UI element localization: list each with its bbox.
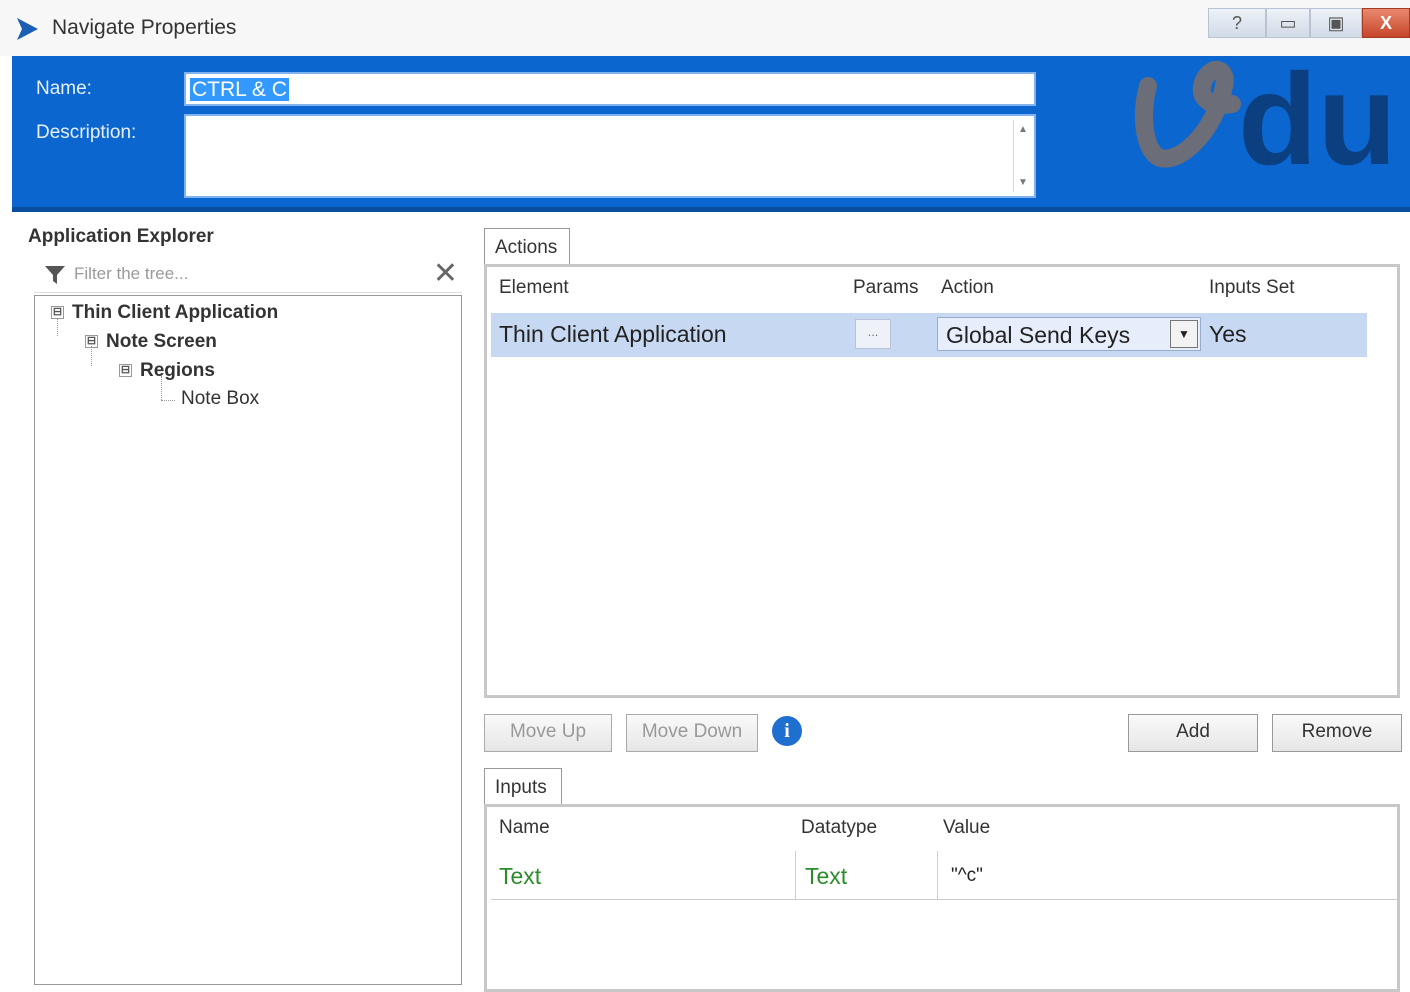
window-title: Navigate Properties (52, 16, 237, 39)
name-value: CTRL & C (190, 78, 289, 101)
cell-input-value[interactable]: "^c" (951, 865, 983, 887)
info-icon[interactable]: i (772, 716, 802, 746)
collapse-icon[interactable]: ⊟ (85, 335, 98, 349)
properties-header: Name: CTRL & C Description: ▲ ▼ du (12, 46, 1410, 212)
inputs-grid: Name Datatype Value Text Text "^c" (484, 804, 1400, 992)
logo-text: du (1238, 46, 1397, 186)
column-header-inputs-set[interactable]: Inputs Set (1209, 277, 1295, 299)
cell-input-name: Text (499, 863, 542, 889)
tree-node-note-box[interactable]: Note Box (181, 388, 259, 410)
filter-input[interactable]: Filter the tree... (74, 264, 188, 284)
tree-node-label: Note Screen (106, 331, 217, 352)
collapse-icon[interactable]: ⊟ (51, 306, 64, 320)
column-header-params[interactable]: Params (853, 277, 918, 299)
chevron-down-icon[interactable]: ▼ (1170, 320, 1198, 348)
name-input[interactable]: CTRL & C (184, 72, 1036, 106)
minimize-button[interactable]: ▭ (1266, 8, 1310, 38)
action-dropdown-value: Global Send Keys (946, 322, 1131, 348)
tree-filter[interactable]: Filter the tree... ✕ (34, 256, 462, 293)
actions-grid: Element Params Action Inputs Set Thin Cl… (484, 264, 1400, 698)
tree-line (161, 400, 175, 401)
column-header-datatype[interactable]: Datatype (801, 817, 877, 839)
name-label: Name: (36, 78, 92, 99)
column-header-action[interactable]: Action (941, 277, 994, 299)
application-tree[interactable]: ⊟ Thin Client Application ⊟ Note Screen ⊟ R… (34, 295, 462, 985)
cell-element: Thin Client Application (499, 321, 727, 347)
move-down-button[interactable]: Move Down (626, 714, 758, 752)
column-header-element[interactable]: Element (499, 277, 569, 299)
remove-button[interactable]: Remove (1272, 714, 1402, 752)
tab-actions[interactable]: Actions (484, 228, 570, 266)
add-button[interactable]: Add (1128, 714, 1258, 752)
filter-icon (45, 266, 65, 284)
tree-node-label: Regions (140, 360, 215, 381)
move-up-button[interactable]: Move Up (484, 714, 612, 752)
column-divider (937, 851, 938, 899)
cell-inputs-set: Yes (1209, 321, 1247, 347)
tree-node-label: Note Box (181, 388, 260, 409)
collapse-icon[interactable]: ⊟ (119, 364, 132, 378)
tree-node-regions[interactable]: ⊟ Regions (119, 360, 215, 382)
tree-node-thin-client-application[interactable]: ⊟ Thin Client Application (51, 302, 278, 324)
tab-inputs[interactable]: Inputs (484, 768, 562, 806)
app-icon (17, 18, 38, 40)
watermark-logo: du (1135, 46, 1397, 186)
application-explorer-title: Application Explorer (28, 226, 214, 247)
description-scrollbar[interactable]: ▲ ▼ (1013, 120, 1032, 192)
window-controls: ? ▭ ▣ X (1208, 8, 1410, 40)
scroll-down-icon[interactable]: ▼ (1018, 177, 1028, 188)
column-divider (795, 851, 796, 899)
column-header-value[interactable]: Value (943, 817, 990, 839)
maximize-button[interactable]: ▣ (1310, 8, 1362, 38)
table-row[interactable]: Thin Client Application ... Global Send … (491, 313, 1367, 357)
cell-input-datatype: Text (805, 863, 848, 889)
description-input[interactable]: ▲ ▼ (184, 114, 1036, 198)
scroll-up-icon[interactable]: ▲ (1018, 124, 1028, 135)
column-header-name[interactable]: Name (499, 817, 550, 839)
help-button[interactable]: ? (1208, 8, 1266, 38)
tree-node-note-screen[interactable]: ⊟ Note Screen (85, 331, 217, 353)
table-row[interactable]: Text Text "^c" (491, 851, 1397, 900)
description-label: Description: (36, 122, 137, 143)
clear-filter-icon[interactable]: ✕ (433, 256, 458, 291)
tree-node-label: Thin Client Application (72, 302, 279, 323)
params-button[interactable]: ... (855, 319, 891, 349)
action-dropdown[interactable]: Global Send Keys ▼ (937, 317, 1201, 351)
close-button[interactable]: X (1362, 8, 1410, 38)
